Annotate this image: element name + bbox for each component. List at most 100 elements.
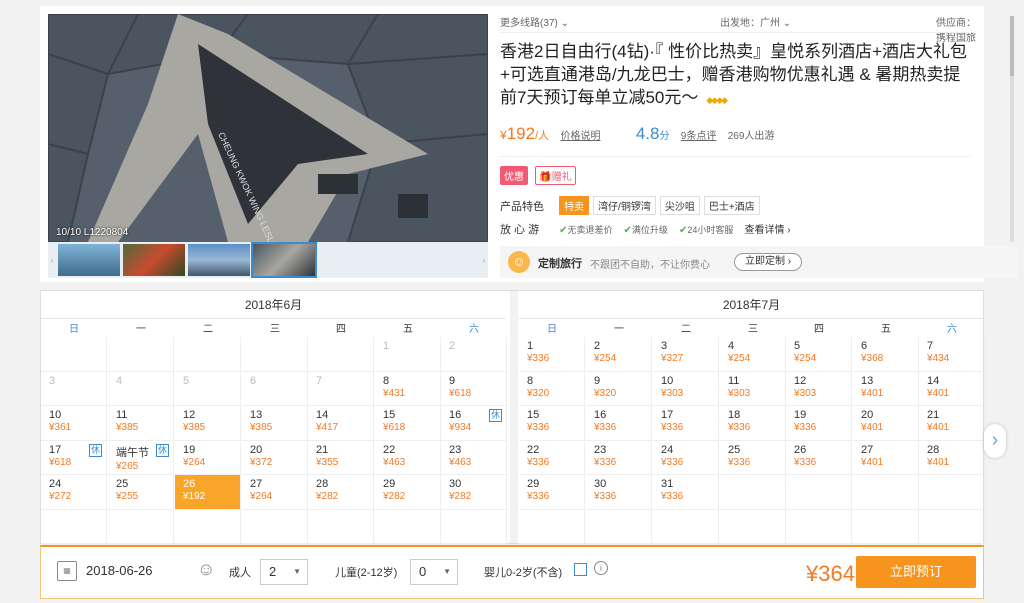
calendar-day[interactable]: 18 ¥336 [720, 406, 786, 441]
calendar-day[interactable]: 25 ¥255 [108, 475, 174, 510]
calendar-day[interactable]: 19 ¥264 [175, 440, 241, 475]
calendar-day[interactable]: 17 ¥336 [653, 406, 719, 441]
calendar-day[interactable]: 11 ¥385 [108, 406, 174, 441]
calendar-month-june: 2018年6月 日一二三四五六 1 2 3 4 5 6 7 8 ¥431 9 ¥618 10 ¥361 11… [41, 291, 507, 544]
gift-tag[interactable]: 🎁赠礼 [535, 166, 576, 185]
calendar-day[interactable]: 21 ¥355 [308, 440, 374, 475]
calendar-day[interactable]: 9 ¥320 [586, 371, 652, 406]
calendar-day[interactable]: 14 ¥417 [308, 406, 374, 441]
discount-tag[interactable]: 优惠 [500, 166, 528, 185]
adult-select[interactable]: 2 ▼ [260, 559, 308, 585]
calendar-day[interactable]: 22 ¥463 [375, 440, 441, 475]
calendar-day[interactable]: 2 ¥254 [586, 337, 652, 372]
weekday-header: 一 [136, 324, 146, 335]
main-photo[interactable]: CHEUNG KWOK WING LESLIE 10/10 L1220804 [48, 14, 488, 242]
calendar-day[interactable]: 20 ¥372 [242, 440, 308, 475]
feature-tag[interactable]: 巴士+酒店 [703, 196, 760, 215]
calendar-day[interactable]: 26 ¥192 [175, 475, 241, 510]
calendar-day[interactable]: 15 ¥336 [519, 406, 585, 441]
feature-tag[interactable]: 特卖 [559, 196, 590, 215]
weekday-header: 三 [748, 324, 758, 335]
calendar-day[interactable]: 24 ¥272 [41, 475, 107, 510]
calendar-day[interactable]: 4 ¥254 [720, 337, 786, 372]
calendar-day[interactable]: 20 ¥401 [853, 406, 919, 441]
calendar-day[interactable]: 12 ¥385 [175, 406, 241, 441]
calendar-day[interactable]: 31 ¥336 [653, 475, 719, 510]
calendar-day[interactable]: 5 ¥254 [786, 337, 852, 372]
thumbnail-2[interactable] [123, 244, 185, 276]
child-select[interactable]: 0 ▼ [410, 559, 458, 585]
calendar-day[interactable]: 16 ¥336 [586, 406, 652, 441]
calendar-day[interactable]: 11 ¥303 [720, 371, 786, 406]
feature-tag[interactable]: 尖沙咀 [659, 196, 700, 215]
calendar-day[interactable]: 14 ¥401 [919, 371, 985, 406]
calendar-day[interactable]: 29 ¥336 [519, 475, 585, 510]
calendar-day[interactable]: 27 ¥264 [242, 475, 308, 510]
calendar-day[interactable]: 10 ¥303 [653, 371, 719, 406]
thumb-prev-icon[interactable]: ‹ [48, 244, 56, 276]
calendar-day[interactable]: 8 ¥320 [519, 371, 585, 406]
thumb-next-icon[interactable]: › [480, 244, 488, 276]
rating-unit: 分 [659, 131, 670, 142]
calendar-day[interactable]: 24 ¥336 [653, 440, 719, 475]
calendar-day[interactable]: 15 ¥618 [375, 406, 441, 441]
scrollbar-thumb[interactable] [1010, 16, 1014, 76]
calendar-day[interactable]: 25 ¥336 [720, 440, 786, 475]
month-title: 2018年6月 [41, 291, 506, 319]
info-icon[interactable]: i [594, 561, 608, 575]
day-price: ¥303 [794, 387, 817, 399]
price-note-link[interactable]: 价格说明 [560, 131, 600, 142]
day-price: ¥434 [927, 353, 950, 364]
calendar-day[interactable]: 13 ¥385 [242, 406, 308, 441]
calendar-day[interactable]: 3 ¥327 [653, 337, 719, 372]
day-price: ¥336 [661, 456, 684, 468]
custom-trip-button[interactable]: 立即定制 › [734, 253, 803, 271]
calendar-day[interactable]: 22 ¥336 [519, 440, 585, 475]
next-month-icon[interactable]: › [984, 424, 1006, 458]
thumbnail-1[interactable] [58, 244, 120, 276]
photo-caption: 10/10 L1220804 [56, 227, 129, 238]
calendar-day[interactable]: 16 ¥934 休 [441, 406, 507, 441]
calendar-day[interactable]: 端午节 ¥265 休 [108, 440, 174, 475]
departure-dropdown[interactable]: 出发地：广州 ⌄ [720, 14, 791, 29]
calendar-day[interactable]: 21 ¥401 [919, 406, 985, 441]
calendar-day[interactable]: 23 ¥463 [441, 440, 507, 475]
book-now-button[interactable]: 立即预订 [856, 556, 976, 588]
calendar-day[interactable]: 12 ¥303 [786, 371, 852, 406]
reviews-link[interactable]: 9条点评 [681, 131, 717, 142]
day-number: 31 [661, 478, 674, 490]
calendar-day[interactable]: 1 ¥336 [519, 337, 585, 372]
view-detail-link[interactable]: 查看详情 › [744, 225, 790, 236]
calendar-day[interactable]: 27 ¥401 [853, 440, 919, 475]
info-scrollbar[interactable] [1010, 16, 1014, 242]
calendar-day[interactable]: 9 ¥618 [441, 371, 507, 406]
feature-tag[interactable]: 湾仔/铜锣湾 [593, 196, 656, 215]
day-price: ¥385 [250, 422, 273, 433]
calendar-day[interactable]: 10 ¥361 [41, 406, 107, 441]
calendar-day[interactable]: 19 ¥336 [786, 406, 852, 441]
calendar-day[interactable]: 30 ¥282 [441, 475, 507, 510]
day-price: ¥401 [927, 422, 950, 433]
thumbnail-3[interactable] [188, 244, 250, 276]
day-number: 2 [449, 340, 456, 352]
calendar-day[interactable]: 30 ¥336 [586, 475, 652, 510]
calendar-day[interactable]: 28 ¥282 [308, 475, 374, 510]
calendar-day[interactable]: 26 ¥336 [786, 440, 852, 475]
calendar-month-july: 2018年7月 日一二三四五六 1 ¥336 2 ¥254 3 ¥327 4 ¥254 5 ¥254… [519, 291, 985, 544]
selected-date[interactable]: 2018-06-26 [86, 563, 153, 578]
calendar-day[interactable]: 13 ¥401 [853, 371, 919, 406]
calendar-icon[interactable]: ▦ [57, 561, 77, 581]
more-routes-dropdown[interactable]: 更多线路(37) ⌄ [500, 14, 569, 29]
calendar-day[interactable]: 8 ¥431 [375, 371, 441, 406]
day-number: 5 [794, 340, 801, 352]
thumbnail-4[interactable] [251, 242, 317, 278]
calendar-day[interactable]: 23 ¥336 [586, 440, 652, 475]
infant-checkbox[interactable] [574, 563, 587, 576]
day-number: 13 [250, 409, 263, 421]
calendar-day[interactable]: 28 ¥401 [919, 440, 985, 475]
day-price: ¥336 [527, 353, 550, 364]
calendar-day[interactable]: 6 ¥368 [853, 337, 919, 372]
calendar-day[interactable]: 7 ¥434 [919, 337, 985, 372]
calendar-day[interactable]: 29 ¥282 [375, 475, 441, 510]
calendar-day[interactable]: 17 ¥618 休 [41, 440, 107, 475]
